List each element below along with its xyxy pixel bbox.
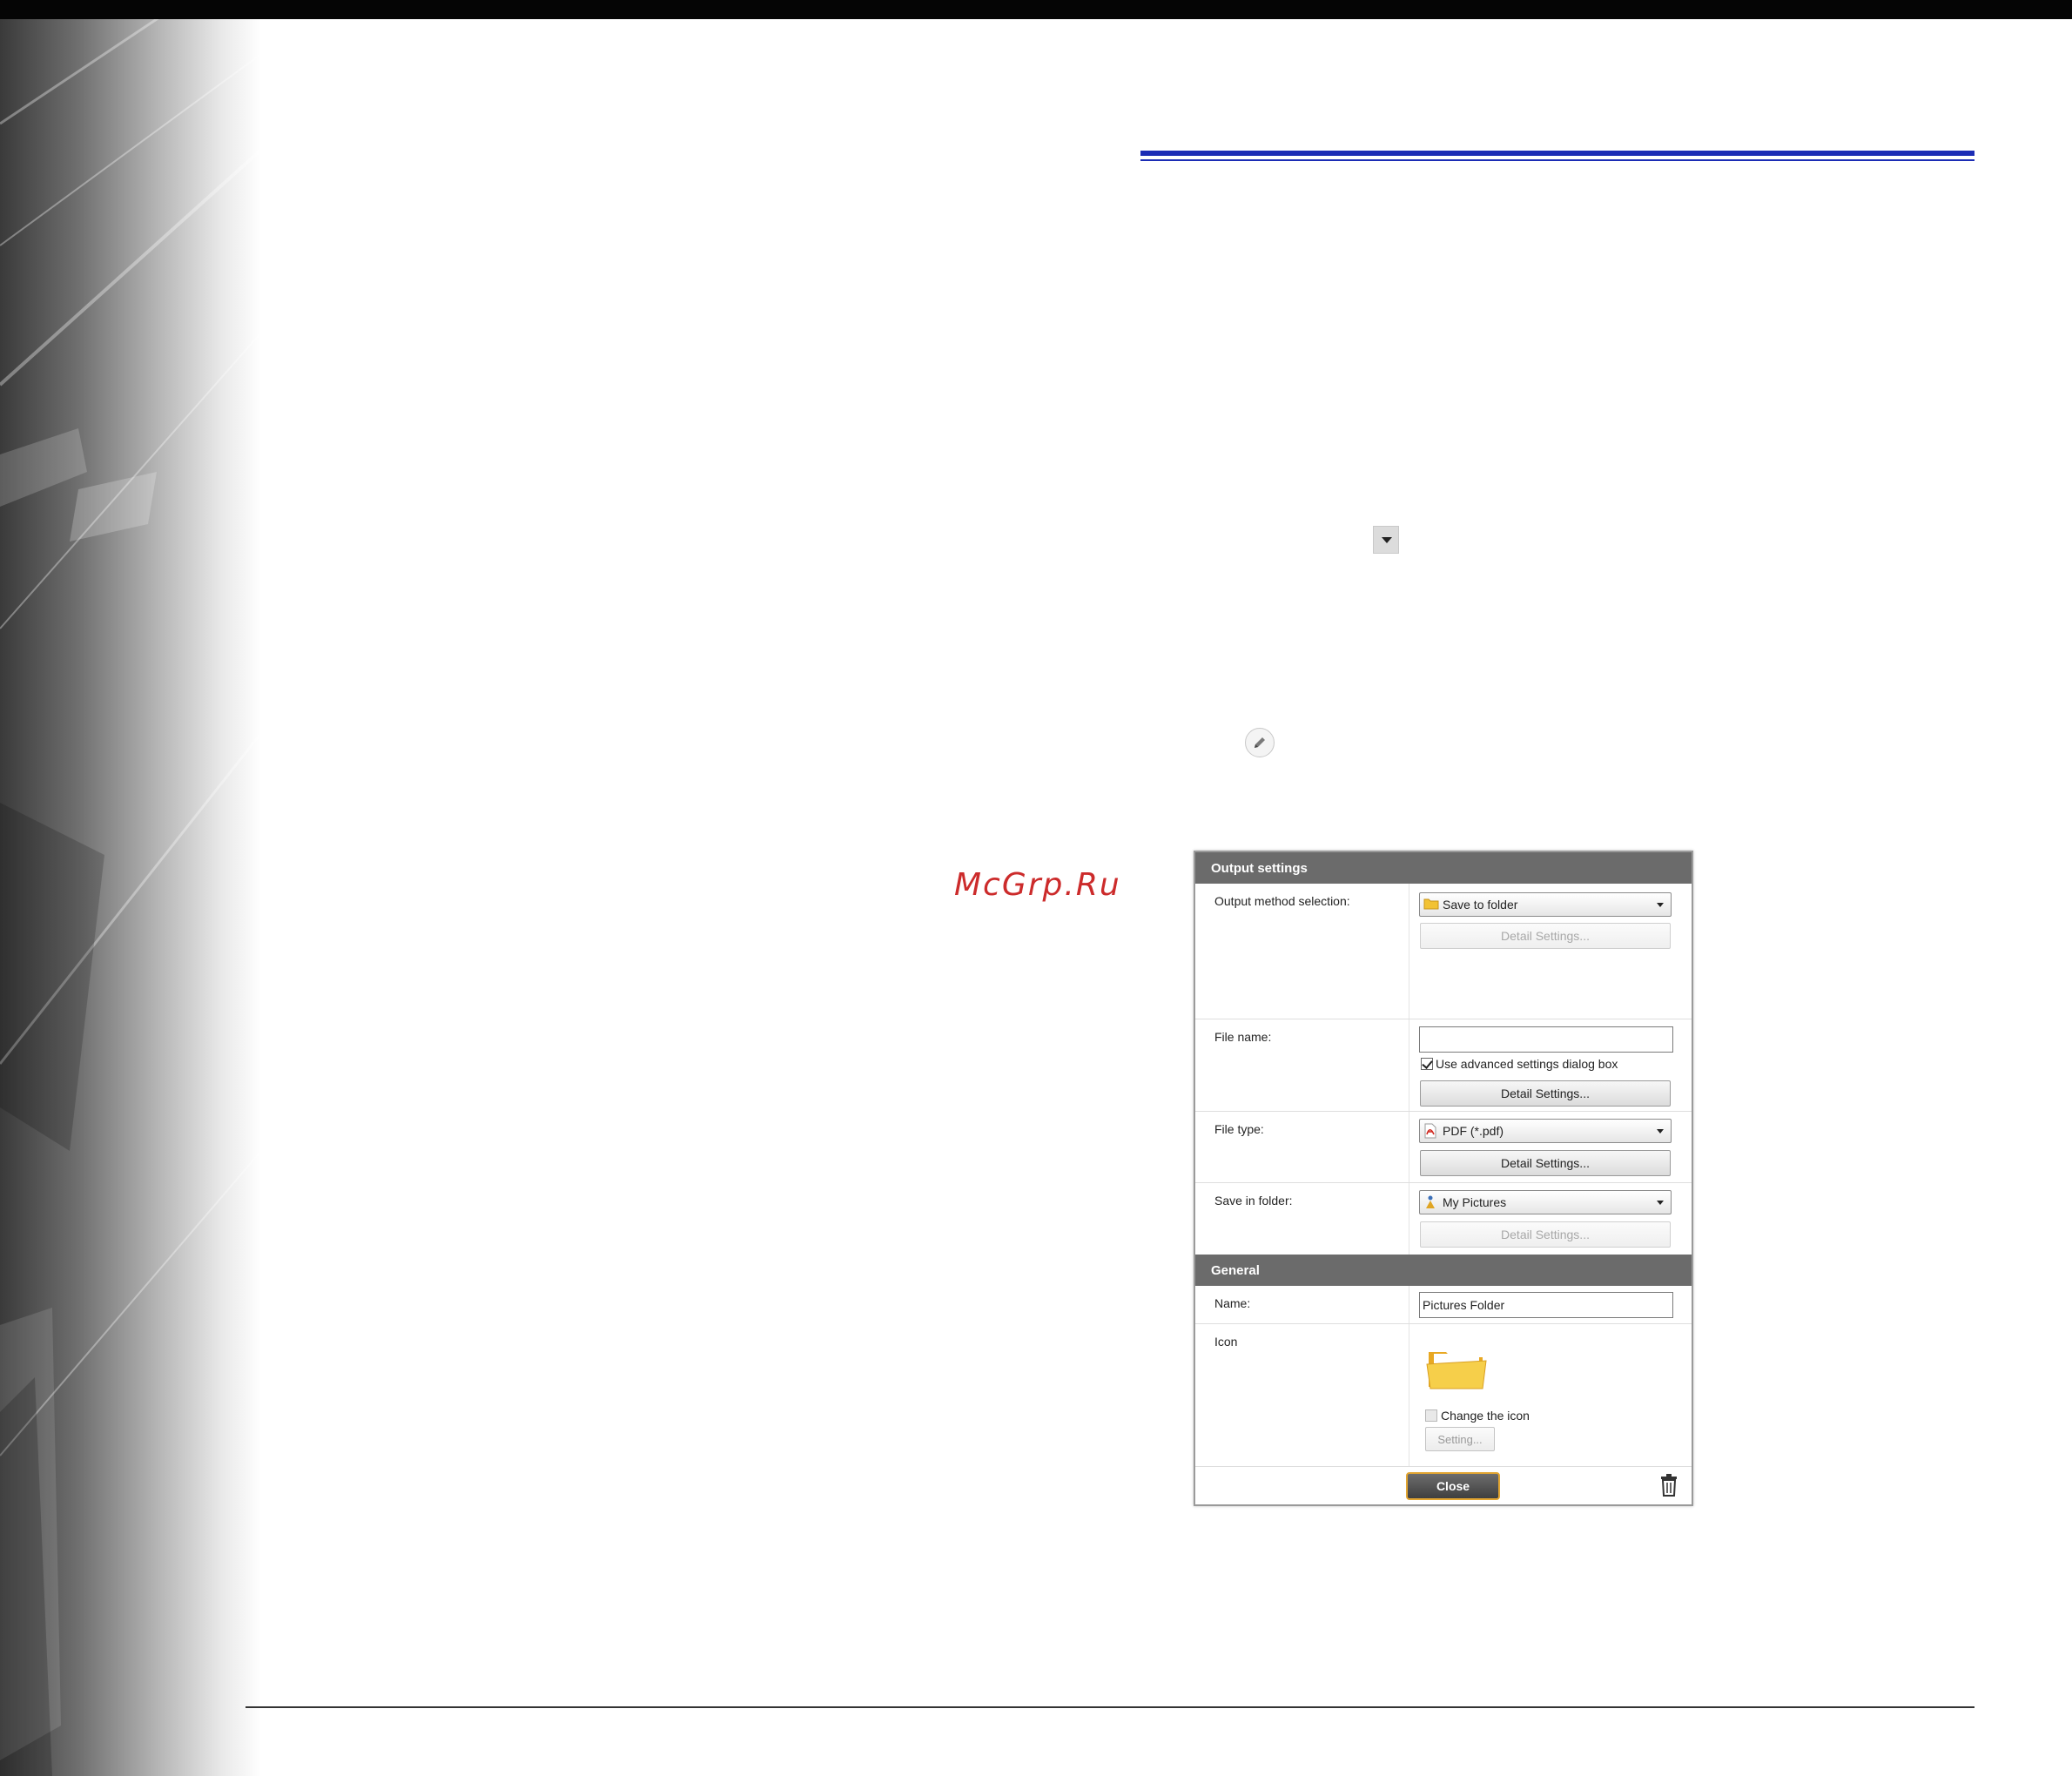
header-rule <box>1140 151 1974 156</box>
save-in-folder-select[interactable]: My Pictures <box>1419 1190 1672 1214</box>
save-in-folder-value: My Pictures <box>1443 1195 1507 1209</box>
top-bar <box>0 0 2072 19</box>
footer-rule <box>246 1706 1974 1708</box>
file-name-detail-button[interactable]: Detail Settings... <box>1420 1080 1671 1107</box>
file-type-select[interactable]: PDF (*.pdf) <box>1419 1119 1672 1143</box>
icon-label: Icon <box>1214 1335 1238 1349</box>
icon-row: Icon Change the icon Setting... <box>1195 1324 1692 1467</box>
pencil-edit-icon <box>1245 728 1275 757</box>
icon-setting-button[interactable]: Setting... <box>1425 1427 1495 1451</box>
dropdown-arrow-icon <box>1373 526 1399 554</box>
chevron-down-icon <box>1657 1201 1664 1205</box>
save-in-folder-label: Save in folder: <box>1214 1194 1293 1208</box>
output-method-detail-button[interactable]: Detail Settings... <box>1420 923 1671 949</box>
trash-icon[interactable] <box>1660 1474 1678 1497</box>
save-in-folder-row: Save in folder: My Pictures Detail Setti… <box>1195 1183 1692 1255</box>
file-type-detail-button[interactable]: Detail Settings... <box>1420 1150 1671 1176</box>
general-header: General <box>1195 1255 1692 1286</box>
output-settings-dialog: Output settings Output method selection:… <box>1194 851 1693 1506</box>
advanced-settings-checkbox[interactable] <box>1421 1058 1433 1070</box>
pictures-folder-icon <box>1426 1195 1435 1208</box>
decorative-side-art <box>0 19 261 1776</box>
name-label: Name: <box>1214 1296 1251 1310</box>
file-type-row: File type: PDF (*.pdf) Detail Settings..… <box>1195 1112 1692 1183</box>
name-row: Name: Pictures Folder <box>1195 1286 1692 1324</box>
watermark-text: McGrp.Ru <box>954 867 1121 903</box>
advanced-settings-label: Use advanced settings dialog box <box>1436 1057 1618 1071</box>
save-in-folder-detail-button[interactable]: Detail Settings... <box>1420 1221 1671 1248</box>
chevron-down-icon <box>1657 1129 1664 1134</box>
output-method-label: Output method selection: <box>1214 894 1350 908</box>
output-settings-header: Output settings <box>1195 852 1692 884</box>
name-input[interactable]: Pictures Folder <box>1419 1292 1673 1318</box>
file-name-row: File name: Use advanced settings dialog … <box>1195 1019 1692 1112</box>
change-icon-label: Change the icon <box>1441 1409 1530 1423</box>
change-icon-checkbox[interactable] <box>1425 1409 1437 1422</box>
header-rule-thin <box>1140 159 1974 161</box>
file-type-value: PDF (*.pdf) <box>1443 1124 1504 1138</box>
dialog-footer: Close <box>1195 1467 1692 1504</box>
folder-icon <box>1423 898 1439 910</box>
file-name-input[interactable] <box>1419 1026 1673 1053</box>
chevron-down-icon <box>1657 903 1664 907</box>
output-method-select[interactable]: Save to folder <box>1419 892 1672 917</box>
folder-icon <box>1426 1352 1487 1389</box>
close-button[interactable]: Close <box>1406 1472 1500 1500</box>
file-name-label: File name: <box>1214 1030 1272 1044</box>
output-method-row: Output method selection: Save to folder … <box>1195 884 1692 1019</box>
output-method-value: Save to folder <box>1443 898 1518 912</box>
pdf-icon <box>1424 1123 1436 1139</box>
file-type-label: File type: <box>1214 1122 1264 1136</box>
